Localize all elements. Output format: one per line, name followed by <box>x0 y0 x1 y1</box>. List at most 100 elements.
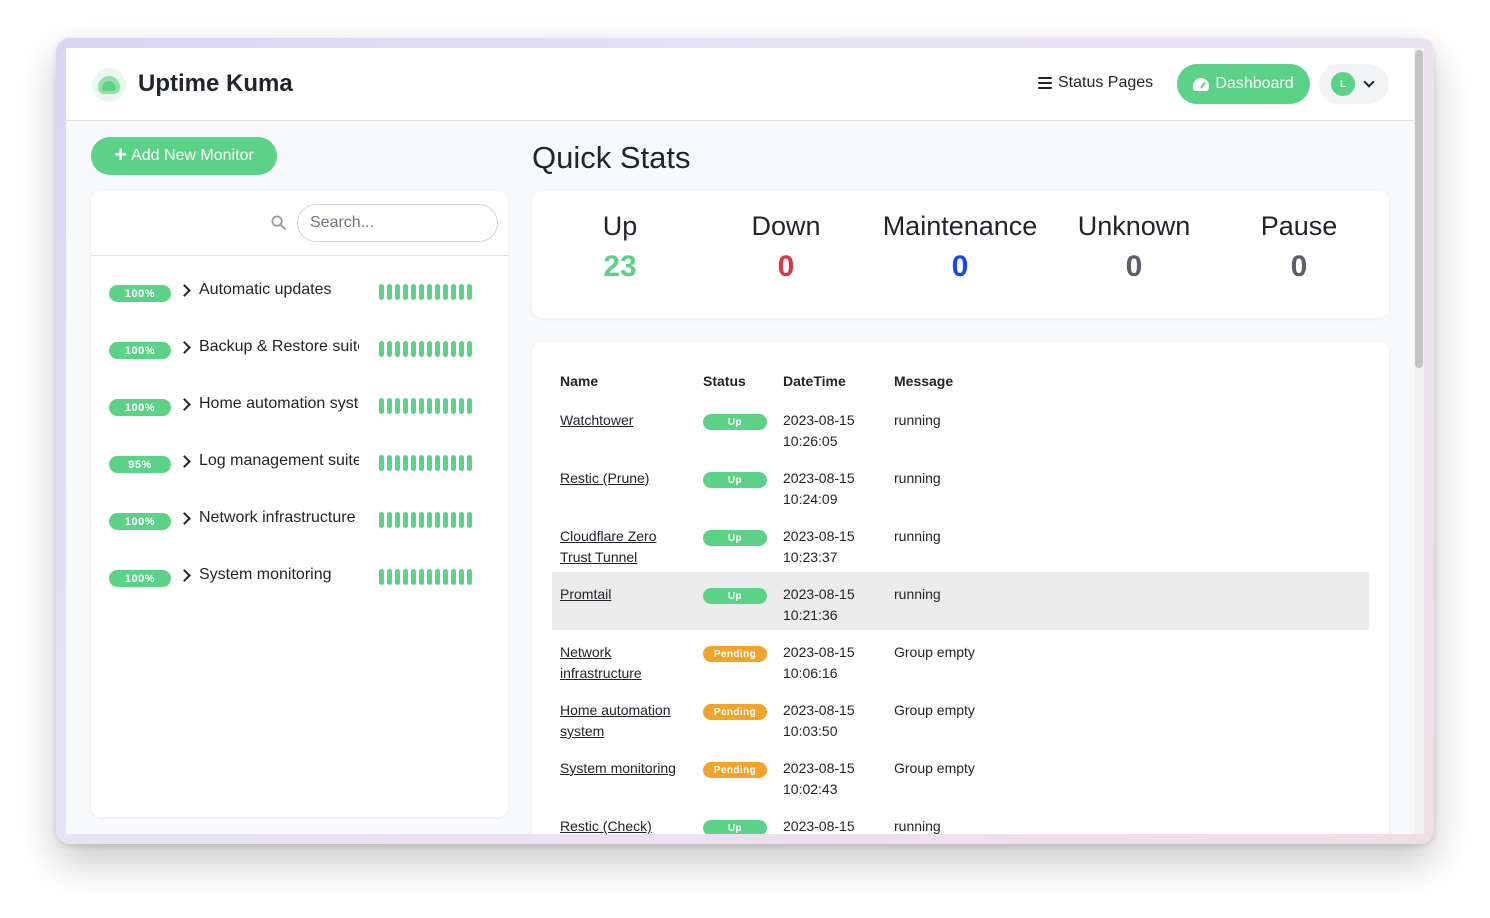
event-message: Group empty <box>894 760 975 776</box>
profile-dropdown[interactable]: L <box>1319 64 1389 104</box>
heartbeat-bar <box>379 512 472 528</box>
heartbeat-bar <box>379 341 472 357</box>
stat-value: 0 <box>951 250 969 283</box>
brand-title[interactable]: Uptime Kuma <box>138 70 293 98</box>
event-message: Group empty <box>894 702 975 718</box>
monitor-item[interactable]: 95% Log management suite <box>91 434 508 491</box>
status-badge: Pending <box>703 762 767 778</box>
status-pages-label: Status Pages <box>1058 74 1154 91</box>
top-navbar: Uptime Kuma Status Pages Dashboard L <box>66 48 1414 121</box>
chevron-right-icon[interactable] <box>178 569 191 582</box>
chevron-right-icon[interactable] <box>178 341 191 354</box>
column-header-datetime: DateTime <box>783 373 846 389</box>
monitor-link[interactable]: Watchtower <box>560 410 690 431</box>
event-datetime: 2023-08-15 10:26:05 <box>783 410 883 452</box>
column-header-status: Status <box>703 373 746 389</box>
quick-stats-card: Up 23 Down 0 Maintenance 0 Unknown 0 Pau… <box>532 191 1389 318</box>
monitor-item[interactable]: 100% Backup & Restore suite <box>91 320 508 377</box>
monitor-name: Automatic updates <box>199 281 332 298</box>
status-badge: Up <box>703 414 767 430</box>
monitor-name: Home automation system <box>199 395 359 412</box>
event-date: 2023-08-15 <box>783 702 855 718</box>
stat-label: Maintenance <box>882 211 1038 241</box>
event-datetime: 2023-08-15 10:21:36 <box>783 584 883 626</box>
search-input[interactable] <box>297 204 498 242</box>
important-events-table: Name Status DateTime Message Watchtower … <box>532 342 1389 834</box>
monitor-link[interactable]: Home automation system <box>560 700 690 742</box>
stat-value: 0 <box>1125 250 1143 283</box>
tachometer-icon <box>1193 76 1210 92</box>
status-badge: Pending <box>703 704 767 720</box>
monitor-list: 100% Automatic updates 100% Backup & Res… <box>91 263 508 605</box>
column-header-message: Message <box>894 373 954 389</box>
uptime-badge: 100% <box>109 570 171 587</box>
event-datetime: 2023-08-15 10:06:16 <box>783 642 883 684</box>
table-row-hovered: Promtail Up 2023-08-15 10:21:36 running <box>552 572 1369 630</box>
uptime-badge: 95% <box>109 456 171 473</box>
dashboard-label: Dashboard <box>1215 75 1294 92</box>
monitor-link[interactable]: Network infrastructure <box>560 642 690 684</box>
event-datetime: 2023-08-15 10:03:50 <box>783 700 883 742</box>
uptime-kuma-logo-icon[interactable] <box>92 68 126 102</box>
table-row: Home automation system Pending 2023-08-1… <box>552 688 1369 746</box>
chevron-right-icon[interactable] <box>178 398 191 411</box>
monitor-name: Backup & Restore suite <box>199 338 359 355</box>
event-message: running <box>894 818 941 834</box>
chevron-right-icon[interactable] <box>178 284 191 297</box>
monitor-item[interactable]: 100% Home automation system <box>91 377 508 434</box>
monitor-link[interactable]: Restic (Check) <box>560 816 690 834</box>
heartbeat-bar <box>379 455 472 471</box>
dashboard-button[interactable]: Dashboard <box>1177 64 1310 104</box>
stat-label: Down <box>751 211 821 241</box>
monitor-link[interactable]: System monitoring <box>560 758 690 779</box>
stat-unknown: Unknown 0 <box>1070 211 1198 284</box>
event-time: 10:26:05 <box>783 433 838 449</box>
event-message: running <box>894 528 941 544</box>
monitor-link[interactable]: Cloudflare Zero Trust Tunnel <box>560 526 690 568</box>
event-time: 10:24:09 <box>783 491 838 507</box>
stat-pause: Pause 0 <box>1244 211 1354 284</box>
status-badge: Up <box>703 588 767 604</box>
page-title: Quick Stats <box>532 140 691 175</box>
monitor-item[interactable]: 100% Automatic updates <box>91 263 508 320</box>
monitor-item[interactable]: 100% Network infrastructure <box>91 491 508 548</box>
monitor-link[interactable]: Restic (Prune) <box>560 468 690 489</box>
event-date: 2023-08-15 <box>783 412 855 428</box>
event-message: running <box>894 412 941 428</box>
uptime-badge: 100% <box>109 342 171 359</box>
table-row: Restic (Prune) Up 2023-08-15 10:24:09 run… <box>552 456 1369 514</box>
status-badge: Up <box>703 820 767 834</box>
event-message: Group empty <box>894 644 975 660</box>
chevron-right-icon[interactable] <box>178 455 191 468</box>
scrollbar-thumb[interactable] <box>1415 50 1423 368</box>
monitor-item[interactable]: 100% System monitoring <box>91 548 508 605</box>
table-row: System monitoring Pending 2023-08-15 10:0… <box>552 746 1369 804</box>
stat-maintenance: Maintenance 0 <box>878 211 1042 284</box>
event-datetime: 2023-08-15 10:23:37 <box>783 526 883 568</box>
heartbeat-bar <box>379 398 472 414</box>
add-new-monitor-button[interactable]: + Add New Monitor <box>91 137 277 175</box>
status-pages-link[interactable]: Status Pages <box>1038 74 1153 92</box>
event-datetime: 2023-08-15 <box>783 816 883 834</box>
stat-up: Up 23 <box>570 211 670 284</box>
plus-icon: + <box>114 142 128 167</box>
list-icon <box>1038 77 1052 89</box>
event-message: running <box>894 586 941 602</box>
stat-down: Down 0 <box>734 211 838 284</box>
table-row: Restic (Check) Up 2023-08-15 running <box>552 804 1369 834</box>
stat-label: Pause <box>1260 211 1338 241</box>
monitor-name: Log management suite <box>199 452 359 469</box>
event-date: 2023-08-15 <box>783 470 855 486</box>
search-icon <box>271 215 286 230</box>
heartbeat-bar <box>379 569 472 585</box>
event-date: 2023-08-15 <box>783 760 855 776</box>
stat-value: 0 <box>777 250 795 283</box>
chevron-right-icon[interactable] <box>178 512 191 525</box>
monitor-link[interactable]: Promtail <box>560 584 690 605</box>
uptime-badge: 100% <box>109 399 171 416</box>
column-header-name: Name <box>560 373 599 389</box>
table-row: Cloudflare Zero Trust Tunnel Up 2023-08-… <box>552 514 1369 572</box>
event-time: 10:02:43 <box>783 781 838 797</box>
app-window: Uptime Kuma Status Pages Dashboard L + A… <box>66 48 1424 834</box>
event-date: 2023-08-15 <box>783 644 855 660</box>
